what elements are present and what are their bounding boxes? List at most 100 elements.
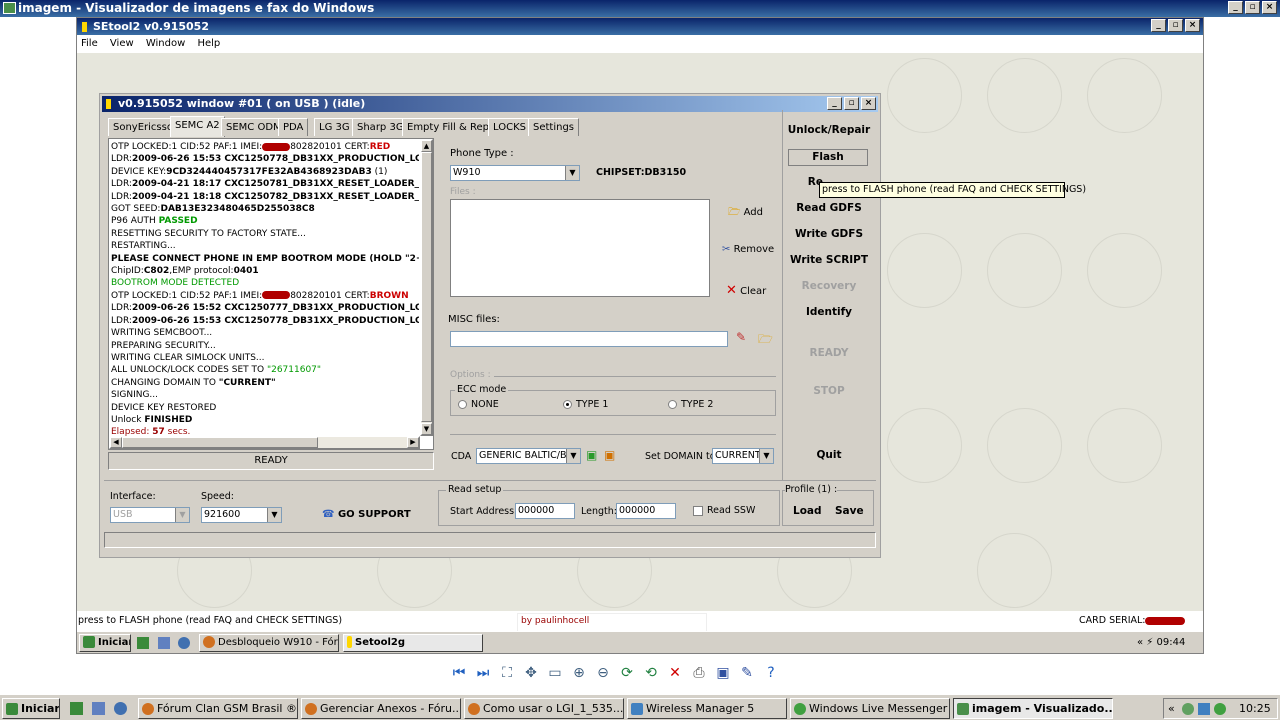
stop-button[interactable]: STOP: [783, 385, 875, 397]
quicklaunch-icon[interactable]: [114, 702, 127, 715]
recovery-button[interactable]: Recovery: [783, 280, 875, 292]
pencil-icon[interactable]: ✎: [736, 330, 746, 344]
profile-load-button[interactable]: Load: [793, 505, 822, 517]
task-windows-live-messenger[interactable]: Windows Live Messenger: [790, 698, 950, 719]
go-support-button[interactable]: ☎ GO SUPPORT: [322, 509, 411, 520]
quicklaunch-icon[interactable]: [178, 637, 190, 649]
previous-image-icon[interactable]: ⏮: [450, 665, 468, 681]
quicklaunch-icon[interactable]: [92, 702, 105, 715]
zoom-out-icon[interactable]: ⊖: [594, 665, 612, 681]
task-forum-clan-gsm[interactable]: Fórum Clan GSM Brasil ®...: [138, 698, 298, 719]
remove-cda-icon[interactable]: ▣: [604, 448, 615, 462]
folder-open-icon[interactable]: 🗁: [758, 330, 773, 351]
rotate-counterclockwise-icon[interactable]: ⟲: [642, 665, 660, 681]
tab-pda[interactable]: PDA: [278, 118, 309, 136]
tab-sharp-3g[interactable]: Sharp 3G: [352, 118, 409, 136]
print-icon[interactable]: ⎙: [690, 665, 708, 681]
child-close-button[interactable]: ×: [861, 97, 876, 110]
log-vertical-scrollbar[interactable]: ▲ ▼: [420, 139, 433, 436]
scroll-right-button[interactable]: ▶: [407, 437, 419, 448]
child-maximize-button[interactable]: ▫: [844, 97, 859, 110]
menu-view[interactable]: View: [110, 38, 134, 49]
read-button[interactable]: Re: [783, 176, 823, 188]
chevron-down-icon[interactable]: ▼: [566, 449, 580, 463]
remove-file-button[interactable]: ✂ Remove: [722, 244, 774, 255]
task-image-viewer[interactable]: imagem - Visualizado...: [953, 698, 1113, 719]
actual-size-icon[interactable]: ✥: [522, 665, 540, 681]
menu-file[interactable]: File: [81, 38, 98, 49]
chevron-down-icon[interactable]: ▼: [565, 166, 579, 180]
quit-button[interactable]: Quit: [783, 449, 875, 461]
ecc-type1-radio[interactable]: TYPE 1: [563, 399, 608, 410]
add-file-button[interactable]: 🗁 Add: [728, 205, 763, 222]
save-icon[interactable]: ▣: [714, 665, 732, 681]
speed-select[interactable]: 921600 ▼: [201, 507, 282, 523]
inner-task-setool[interactable]: Setool2g: [343, 634, 483, 652]
menu-help[interactable]: Help: [197, 38, 220, 49]
tab-semc-odm[interactable]: SEMC ODM: [221, 118, 287, 136]
inner-task-forum[interactable]: Desbloqueio W910 - Fór...: [199, 634, 339, 652]
menu-window[interactable]: Window: [146, 38, 185, 49]
child-minimize-button[interactable]: _: [827, 97, 842, 110]
slideshow-icon[interactable]: ▭: [546, 665, 564, 681]
setool-close-button[interactable]: ×: [1185, 19, 1200, 32]
next-image-icon[interactable]: ⏭: [474, 665, 492, 681]
quicklaunch-icon[interactable]: [137, 637, 149, 649]
delete-icon[interactable]: ✕: [666, 665, 684, 681]
read-ssw-checkbox[interactable]: Read SSW: [693, 505, 755, 516]
inner-start-button[interactable]: Iniciar: [79, 634, 131, 652]
help-icon[interactable]: ?: [762, 665, 780, 681]
log-horizontal-scrollbar[interactable]: ◀ ▶: [109, 436, 420, 449]
start-button[interactable]: Iniciar: [2, 698, 60, 719]
write-script-button[interactable]: Write SCRIPT: [783, 254, 875, 266]
edit-icon[interactable]: ✎: [738, 665, 756, 681]
scroll-thumb[interactable]: [421, 152, 432, 422]
scroll-down-button[interactable]: ▼: [421, 423, 432, 435]
setool-maximize-button[interactable]: ▫: [1168, 19, 1183, 32]
task-como-usar[interactable]: Como usar o LGI_1_535...: [464, 698, 624, 719]
best-fit-icon[interactable]: ⛶: [498, 665, 516, 681]
ecc-type2-radio[interactable]: TYPE 2: [668, 399, 713, 410]
tab-settings[interactable]: Settings: [528, 118, 580, 136]
scroll-h-thumb[interactable]: [122, 437, 318, 448]
flash-button[interactable]: Flash: [788, 149, 868, 166]
tab-lg-3g[interactable]: LG 3G: [314, 118, 355, 136]
scroll-up-button[interactable]: ▲: [421, 140, 432, 152]
quicklaunch-icon[interactable]: [70, 702, 83, 715]
clear-files-button[interactable]: ✕ Clear: [726, 283, 766, 298]
phone-type-select[interactable]: W910 ▼: [450, 165, 580, 181]
maximize-button[interactable]: ▫: [1245, 1, 1260, 14]
close-button[interactable]: ×: [1262, 1, 1277, 14]
quicklaunch-icon[interactable]: [158, 637, 170, 649]
interface-select[interactable]: USB ▼: [110, 507, 190, 523]
cda-select[interactable]: GENERIC BALTIC/BA ▼: [476, 448, 581, 464]
tab-locks[interactable]: LOCKS: [488, 118, 531, 136]
tray-icon[interactable]: [1198, 703, 1210, 715]
unlock-repair-button[interactable]: Unlock/Repair: [783, 124, 875, 136]
identify-button[interactable]: Identify: [783, 306, 875, 318]
scroll-left-button[interactable]: ◀: [110, 437, 122, 448]
read-gdfs-button[interactable]: Read GDFS: [783, 202, 875, 214]
log-output[interactable]: OTP LOCKED:1 CID:52 PAF:1 IMEI: 802820101…: [108, 138, 434, 450]
add-cda-icon[interactable]: ▣: [586, 448, 597, 462]
chevron-down-icon[interactable]: ▼: [759, 449, 773, 463]
zoom-in-icon[interactable]: ⊕: [570, 665, 588, 681]
task-gerenciar-anexos[interactable]: Gerenciar Anexos - Fóru...: [301, 698, 461, 719]
tray-icon[interactable]: [1182, 703, 1194, 715]
write-gdfs-button[interactable]: Write GDFS: [783, 228, 875, 240]
rotate-clockwise-icon[interactable]: ⟳: [618, 665, 636, 681]
files-list[interactable]: [450, 199, 710, 297]
chevron-down-icon[interactable]: ▼: [175, 508, 189, 522]
length-input[interactable]: 000000: [616, 503, 676, 519]
domain-select[interactable]: CURRENT ▼: [712, 448, 774, 464]
start-address-input[interactable]: 000000: [515, 503, 575, 519]
ecc-none-radio[interactable]: NONE: [458, 399, 499, 410]
misc-files-input[interactable]: [450, 331, 728, 347]
tray-expand-icon[interactable]: «: [1168, 702, 1175, 715]
tray-icon[interactable]: [1214, 703, 1226, 715]
tab-semc-a2[interactable]: SEMC A2: [170, 116, 225, 137]
setool-minimize-button[interactable]: _: [1151, 19, 1166, 32]
task-wireless-manager[interactable]: Wireless Manager 5: [627, 698, 787, 719]
chevron-down-icon[interactable]: ▼: [267, 508, 281, 522]
profile-save-button[interactable]: Save: [835, 505, 864, 517]
